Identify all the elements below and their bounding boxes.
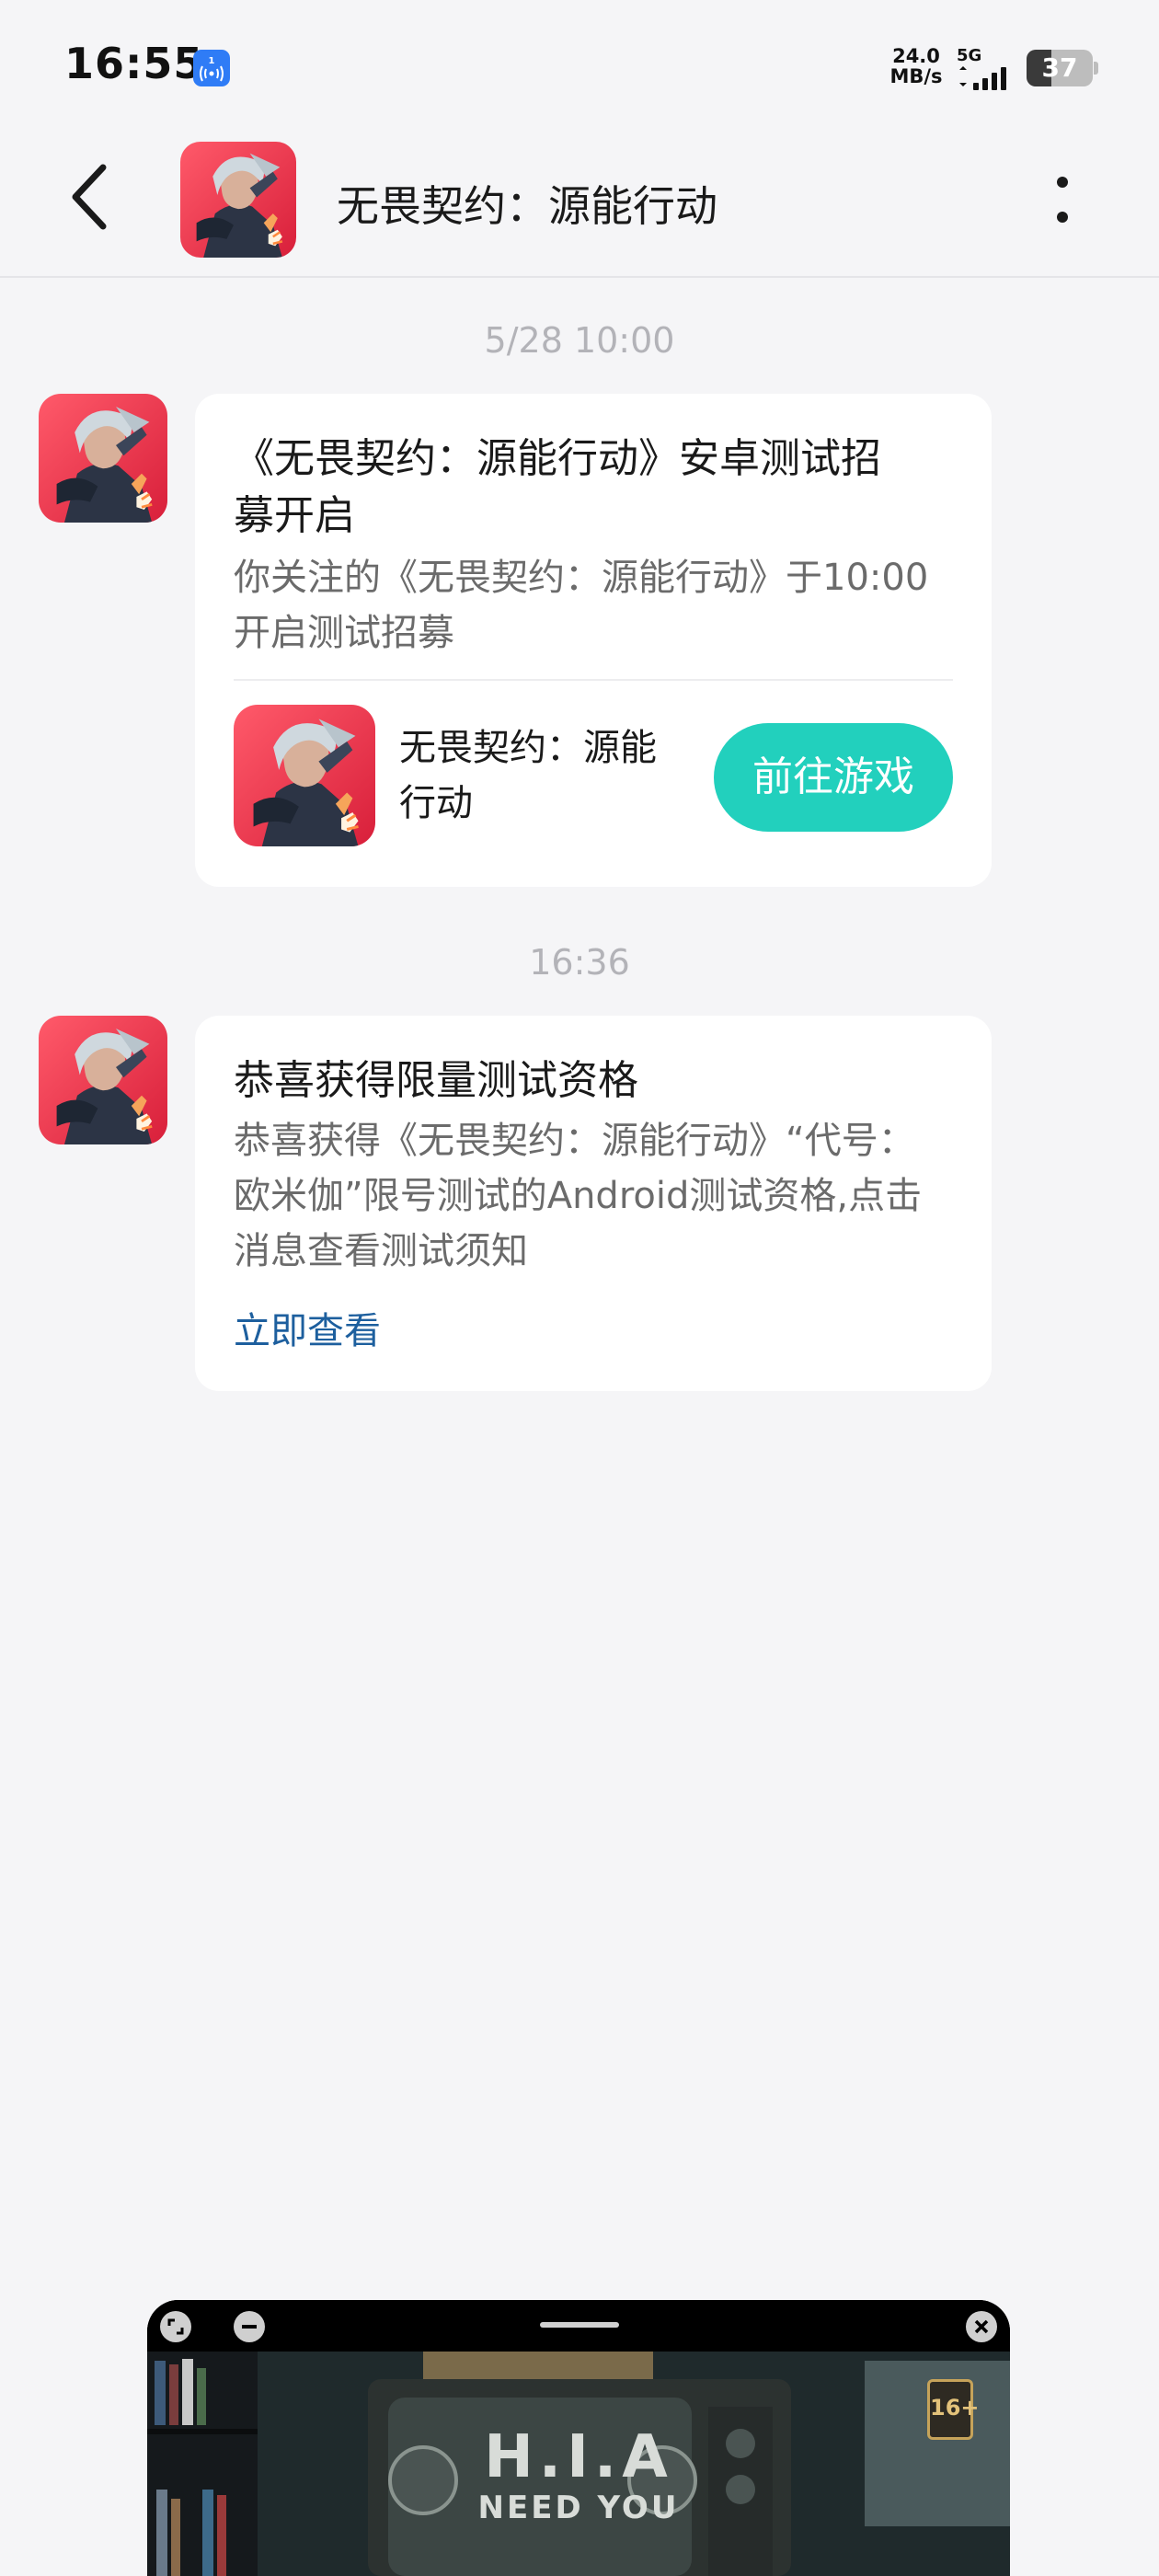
- message-card-qualification[interactable]: 恭喜获得限量测试资格 恭喜获得《无畏契约：源能行动》“代号： 欧米伽”限号测试的…: [195, 1016, 992, 1391]
- age-rating-badge: 16+: [927, 2379, 980, 2440]
- sender-avatar[interactable]: [39, 394, 167, 523]
- net-speed-value: 24.0: [892, 45, 940, 67]
- view-now-link[interactable]: 立即查看: [234, 1301, 381, 1354]
- signal-indicator: 5G: [957, 46, 1016, 90]
- message-body-line: 欧米伽”限号测试的Android测试资格,点击: [234, 1175, 923, 1217]
- floating-video-window[interactable]: H.I.A NEED YOU 16+: [147, 2300, 1010, 2576]
- message-title: 恭喜获得限量测试资格: [234, 1057, 638, 1104]
- expand-icon[interactable]: [160, 2311, 191, 2342]
- network-type: 5G: [957, 46, 982, 65]
- game-name-line: 无畏契约：源能: [399, 727, 657, 769]
- video-title-text: H.I.A: [484, 2423, 673, 2491]
- sender-avatar[interactable]: [39, 1016, 167, 1144]
- net-speed: 24.0 MB/s: [889, 46, 944, 86]
- minimize-icon[interactable]: [234, 2311, 265, 2342]
- message-body-line: 开启测试招募: [234, 612, 454, 654]
- close-icon[interactable]: [966, 2311, 997, 2342]
- status-bar: 16:55 1 24.0 MB/s 5G 37: [0, 0, 1159, 138]
- message-timestamp: 16:36: [529, 942, 630, 983]
- game-name: 无畏契约：源能 行动: [399, 720, 675, 831]
- game-icon[interactable]: [234, 705, 375, 846]
- message-card-recruit[interactable]: 《无畏契约：源能行动》安卓测试招 募开启 你关注的《无畏契约：源能行动》于10:…: [195, 394, 992, 887]
- back-arrow-icon[interactable]: [64, 156, 120, 239]
- battery-icon: 37: [1027, 50, 1098, 86]
- status-time: 16:55: [64, 39, 204, 88]
- battery-level: 37: [1041, 52, 1078, 83]
- more-options-icon[interactable]: [1049, 171, 1076, 228]
- card-divider: [234, 679, 953, 681]
- message-body: 你关注的《无畏契约：源能行动》于10:00 开启测试招募: [234, 550, 953, 661]
- message-body-line: 恭喜获得《无畏契约：源能行动》“代号：: [234, 1120, 915, 1162]
- svg-text:1: 1: [209, 56, 215, 66]
- video-frame: H.I.A NEED YOU 16+: [147, 2352, 1010, 2576]
- message-body-line: 消息查看测试须知: [234, 1230, 528, 1272]
- signal-bars-icon: [959, 66, 1006, 90]
- hotspot-icon: 1: [193, 50, 230, 86]
- net-speed-unit: MB/s: [889, 65, 943, 87]
- floating-window-toolbar[interactable]: [147, 2300, 1010, 2352]
- drag-handle[interactable]: [540, 2322, 619, 2328]
- message-body-line: 你关注的《无畏契约：源能行动》于10:00: [234, 557, 929, 599]
- message-timestamp: 5/28 10:00: [484, 320, 675, 361]
- header-game-avatar: [180, 142, 296, 258]
- video-subtitle-text: NEED YOU: [477, 2490, 680, 2526]
- message-title-line: 《无畏契约：源能行动》安卓测试招: [234, 435, 881, 482]
- message-body: 恭喜获得《无畏契约：源能行动》“代号： 欧米伽”限号测试的Android测试资格…: [234, 1113, 953, 1279]
- game-name-line: 行动: [399, 782, 473, 824]
- go-to-game-button[interactable]: 前往游戏: [714, 723, 953, 832]
- message-title: 《无畏契约：源能行动》安卓测试招 募开启: [234, 431, 953, 545]
- message-title-line: 募开启: [234, 492, 355, 539]
- page-title: 无畏契约：源能行动: [337, 181, 717, 231]
